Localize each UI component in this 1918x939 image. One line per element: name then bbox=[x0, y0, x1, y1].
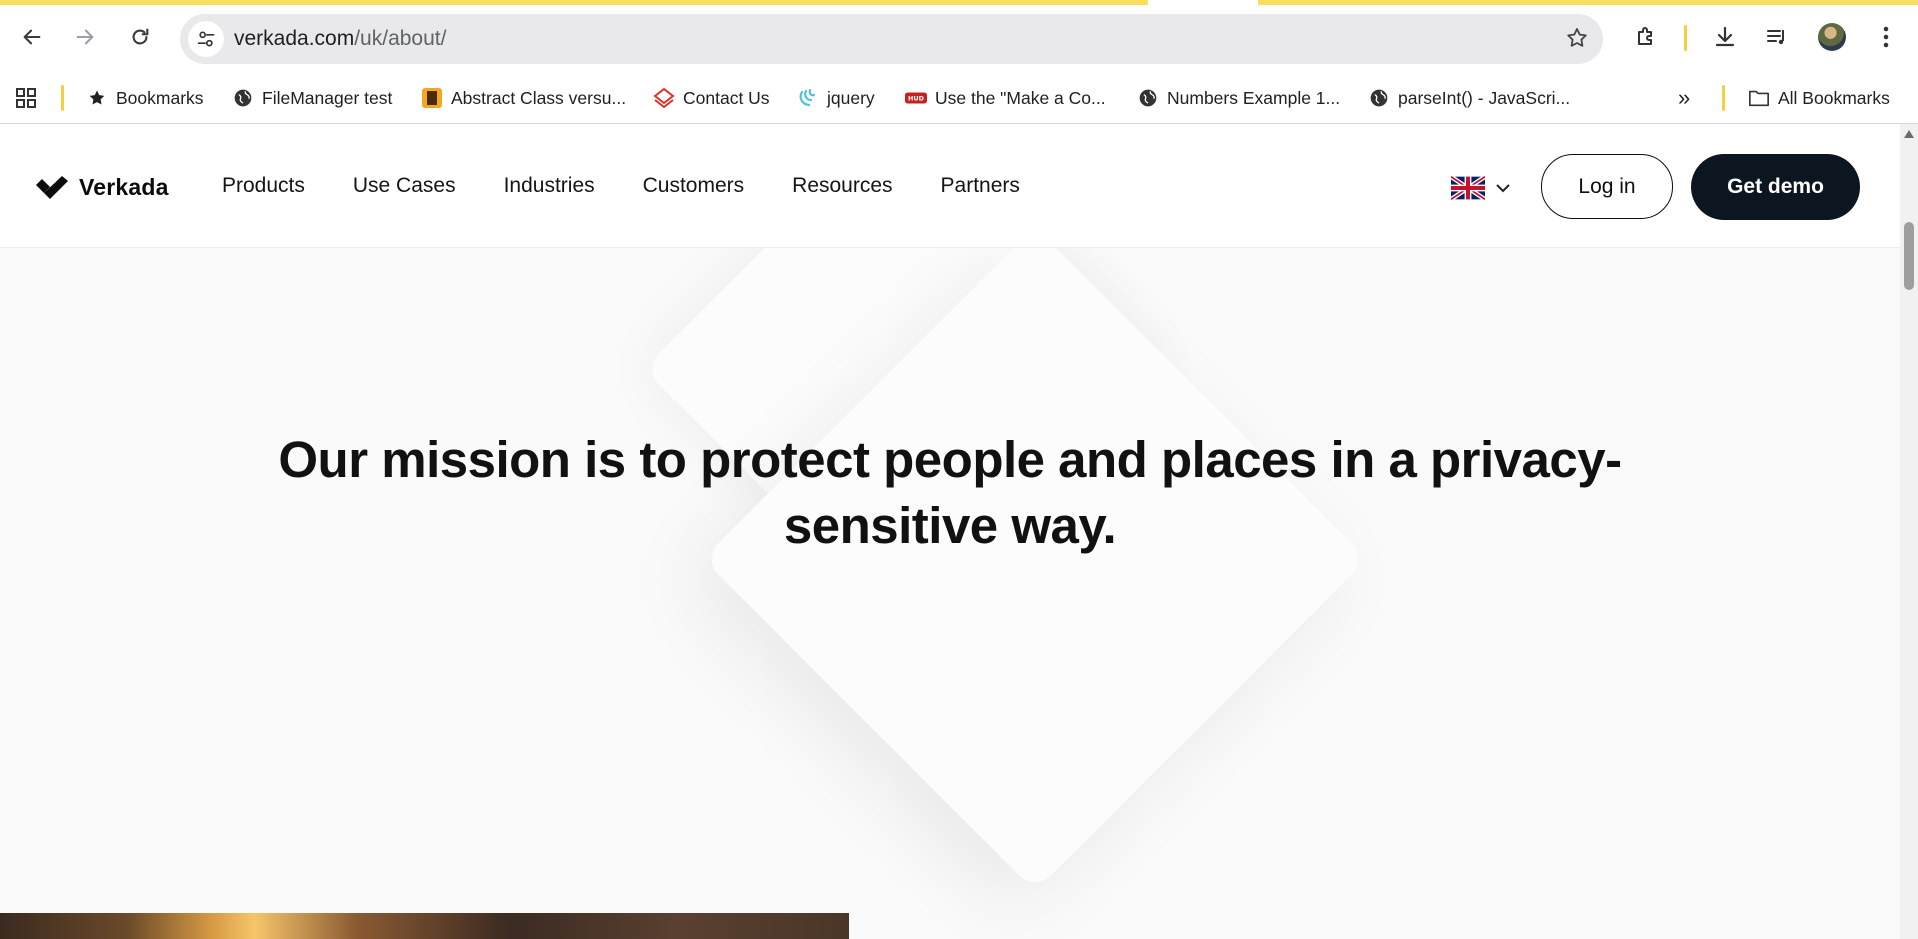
kebab-menu-icon bbox=[1883, 26, 1889, 48]
address-bar[interactable]: verkada.com/uk/about/ bbox=[180, 14, 1603, 64]
contact-favicon-icon bbox=[653, 87, 675, 109]
bookmark-item-abstract-class[interactable]: Abstract Class versu... bbox=[421, 83, 626, 113]
avatar bbox=[1818, 23, 1846, 51]
back-button[interactable] bbox=[14, 19, 50, 55]
apps-grid-icon bbox=[16, 88, 36, 108]
playlist-icon bbox=[1767, 30, 1784, 45]
bookmark-star-icon[interactable] bbox=[1565, 26, 1589, 55]
login-button[interactable]: Log in bbox=[1541, 154, 1673, 219]
scrollbar-thumb[interactable] bbox=[1904, 222, 1914, 290]
more-bookmarks-button[interactable]: » bbox=[1678, 83, 1690, 113]
hud-favicon-icon: HUD bbox=[905, 87, 927, 109]
reload-button[interactable] bbox=[122, 19, 158, 55]
bookmark-label: Use the "Make a Co... bbox=[935, 87, 1106, 108]
jquery-favicon-icon bbox=[797, 87, 819, 109]
star-icon bbox=[86, 87, 108, 109]
bookmark-label: jquery bbox=[827, 87, 875, 108]
download-icon bbox=[1715, 26, 1735, 47]
brand-name: Verkada bbox=[79, 174, 169, 200]
extensions-button[interactable] bbox=[1628, 19, 1664, 55]
puzzle-icon bbox=[1638, 27, 1652, 45]
chevron-down-icon bbox=[1496, 184, 1510, 193]
arrow-left-icon bbox=[23, 29, 41, 45]
downloads-button[interactable] bbox=[1707, 19, 1743, 55]
folder-icon bbox=[1748, 87, 1770, 109]
page-scrollbar[interactable] bbox=[1900, 124, 1918, 939]
bookmark-item-make-a-co[interactable]: HUD Use the "Make a Co... bbox=[905, 83, 1106, 113]
language-selector[interactable] bbox=[1451, 176, 1511, 200]
bookmarks-divider bbox=[1722, 85, 1725, 111]
nav-customers[interactable]: Customers bbox=[643, 174, 745, 198]
hero-image bbox=[0, 913, 849, 939]
apps-button[interactable] bbox=[15, 83, 37, 113]
verkada-logo[interactable]: Verkada bbox=[35, 174, 169, 201]
verkada-mark-icon bbox=[36, 175, 68, 199]
globe-icon bbox=[1137, 87, 1159, 109]
mission-heading: Our mission is to protect people and pla… bbox=[278, 431, 1622, 554]
bookmarks-bar: Bookmarks FileManager test Abstract Clas… bbox=[0, 73, 1918, 124]
site-header: Verkada Products Use Cases Industries Cu… bbox=[0, 124, 1900, 248]
bookmark-label: parseInt() - JavaScri... bbox=[1398, 87, 1571, 108]
globe-icon bbox=[1368, 87, 1390, 109]
arrow-right-icon bbox=[76, 29, 94, 45]
bookmark-label: Contact Us bbox=[683, 87, 770, 108]
bookmark-item-jquery[interactable]: jquery bbox=[797, 83, 875, 113]
bookmark-item-contact-us[interactable]: Contact Us bbox=[653, 83, 770, 113]
all-bookmarks-label: All Bookmarks bbox=[1778, 87, 1890, 108]
scroll-up-arrow-icon[interactable] bbox=[1904, 130, 1914, 138]
nav-industries[interactable]: Industries bbox=[504, 174, 595, 198]
bookmark-label: FileManager test bbox=[262, 87, 393, 108]
bookmarks-divider bbox=[61, 85, 64, 111]
svg-text:HUD: HUD bbox=[908, 95, 924, 103]
profile-avatar[interactable] bbox=[1814, 19, 1850, 55]
menu-button[interactable] bbox=[1868, 19, 1904, 55]
bookmark-label: Bookmarks bbox=[116, 87, 204, 108]
reload-icon bbox=[132, 28, 149, 45]
nav-partners[interactable]: Partners bbox=[941, 174, 1020, 198]
main-nav: Products Use Cases Industries Customers … bbox=[222, 174, 1068, 198]
site-favicon-icon bbox=[421, 87, 443, 109]
nav-resources[interactable]: Resources bbox=[792, 174, 892, 198]
chevron-double-right-icon: » bbox=[1678, 85, 1691, 110]
forward-button[interactable] bbox=[67, 19, 103, 55]
webpage: Verkada Products Use Cases Industries Cu… bbox=[0, 124, 1900, 939]
site-info-icon[interactable] bbox=[188, 21, 224, 57]
bookmark-label: Numbers Example 1... bbox=[1167, 87, 1341, 108]
all-bookmarks-button[interactable]: All Bookmarks bbox=[1748, 83, 1890, 113]
get-demo-button[interactable]: Get demo bbox=[1691, 154, 1860, 220]
url-path: /uk/about/ bbox=[354, 27, 447, 50]
nav-use-cases[interactable]: Use Cases bbox=[353, 174, 456, 198]
media-button[interactable] bbox=[1759, 19, 1795, 55]
nav-products[interactable]: Products bbox=[222, 174, 305, 198]
bookmark-label: Abstract Class versu... bbox=[451, 87, 627, 108]
toolbar-divider bbox=[1684, 25, 1687, 51]
url-text: verkada.com/uk/about/ bbox=[234, 27, 446, 51]
bookmark-item-bookmarks[interactable]: Bookmarks bbox=[86, 83, 204, 113]
bookmark-item-parseint[interactable]: parseInt() - JavaScri... bbox=[1368, 83, 1570, 113]
bookmark-item-numbers-example[interactable]: Numbers Example 1... bbox=[1137, 83, 1340, 113]
url-host: verkada.com bbox=[234, 27, 355, 50]
bookmark-item-filemanager[interactable]: FileManager test bbox=[232, 83, 392, 113]
globe-icon bbox=[232, 87, 254, 109]
uk-flag-icon bbox=[1451, 176, 1485, 200]
browser-toolbar: verkada.com/uk/about/ bbox=[0, 5, 1918, 73]
